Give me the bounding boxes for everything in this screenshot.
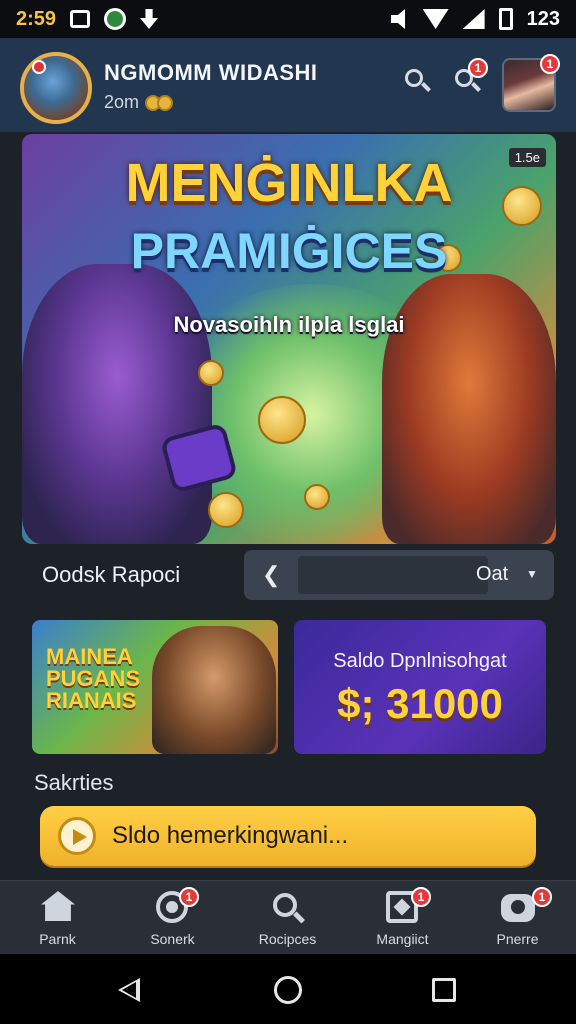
chevron-left-icon[interactable]: ❮ [262,562,280,588]
app-header: NGMOMM WIDASHI 2om 1 1 [0,38,576,132]
promo-card[interactable]: MAINEA PUGANS RIANAIS [32,620,278,754]
banner-subtitle: Novasoihln ilpla lsglai [173,312,405,337]
tab-search[interactable]: Rocipces [230,881,345,955]
balance-value: $; 31000 [337,680,503,727]
notification-icon [70,10,91,28]
loading-button[interactable]: Sldo hemerkingwani... [40,806,536,866]
coin-balance-text: 2om [104,92,140,112]
loading-text: Sldo hemerkingwani... [112,822,349,849]
search-icon [271,891,306,925]
signal-icon [462,9,485,29]
tab-home[interactable]: Parnk [0,881,115,955]
recents-icon[interactable] [432,978,456,1002]
tab-market[interactable]: 1 Mangiict [345,881,460,955]
battery-icon [498,8,513,30]
filter-dropdown[interactable]: ❮ Oat ▼ [244,550,554,600]
wifi-icon [422,9,449,29]
coin-balance: 2om [104,92,174,113]
status-battery-text: 123 [526,7,560,30]
mute-icon [390,9,406,29]
play-icon [58,817,96,855]
filter-label: Oodsk Rapoci [42,562,181,587]
tab-badge: 1 [411,887,431,907]
user-avatar[interactable] [20,52,92,124]
banner-title-line1: MENĠINLKA [125,153,453,213]
tab-label: Rocipces [258,931,317,947]
home-icon [41,891,75,925]
app-icon [104,8,127,30]
profile-icon [501,891,535,925]
balance-card[interactable]: Saldo Dpnlnisohgat $; 31000 [294,620,546,754]
filter-slider-track[interactable] [298,556,488,594]
filter-selected-value: Oat [476,563,509,585]
tab-label: Sonerk [150,931,195,947]
coin-icon-2 [157,94,174,111]
banner-tag: 1.5e [508,148,546,167]
status-bar: 2:59 123 [0,0,576,38]
tab-badge: 1 [179,887,199,907]
profile-picture[interactable]: 1 [502,54,560,112]
tab-badge: 1 [532,887,552,907]
tab-target[interactable]: 1 Sonerk [115,881,230,955]
featured-banner[interactable]: MENĠINLKA PRAMIĠICES Novasoihln ilpla ls… [22,134,556,544]
filter-row: Oodsk Rapoci ❮ Oat ▼ [22,550,554,600]
notification-search-icon[interactable]: 1 [452,58,488,96]
system-navigation-bar [0,954,576,1024]
back-icon[interactable] [118,978,140,1002]
search-icon[interactable] [402,66,432,96]
coin-icon [304,484,330,510]
status-time: 2:59 [16,7,57,30]
banner-title-line2: PRAMIĠICES [130,223,448,279]
banner-hero-left [22,264,212,544]
username: NGMOMM WIDASHI [104,60,318,85]
coin-icon [198,360,224,386]
tab-label: Parnk [39,931,76,947]
online-indicator [32,60,46,74]
balance-label: Saldo Dpnlnisohgat [333,650,507,672]
tab-profile[interactable]: 1 Pnerre [460,881,575,955]
download-icon [140,9,159,29]
notification-badge: 1 [468,58,488,78]
tab-label: Pnerre [496,931,539,947]
promo-card-title: MAINEA PUGANS RIANAIS [46,644,141,713]
coin-icon [208,492,244,528]
chevron-down-icon: ▼ [526,567,538,581]
section-title: Sakrties [34,770,114,795]
home-circle-icon[interactable] [274,976,302,1004]
profile-badge: 1 [540,54,560,74]
coin-icon [258,396,306,444]
bottom-tab-bar: Parnk 1 Sonerk Rocipces 1 Mangiict 1 Pne… [0,880,576,954]
tab-label: Mangiict [376,931,429,947]
